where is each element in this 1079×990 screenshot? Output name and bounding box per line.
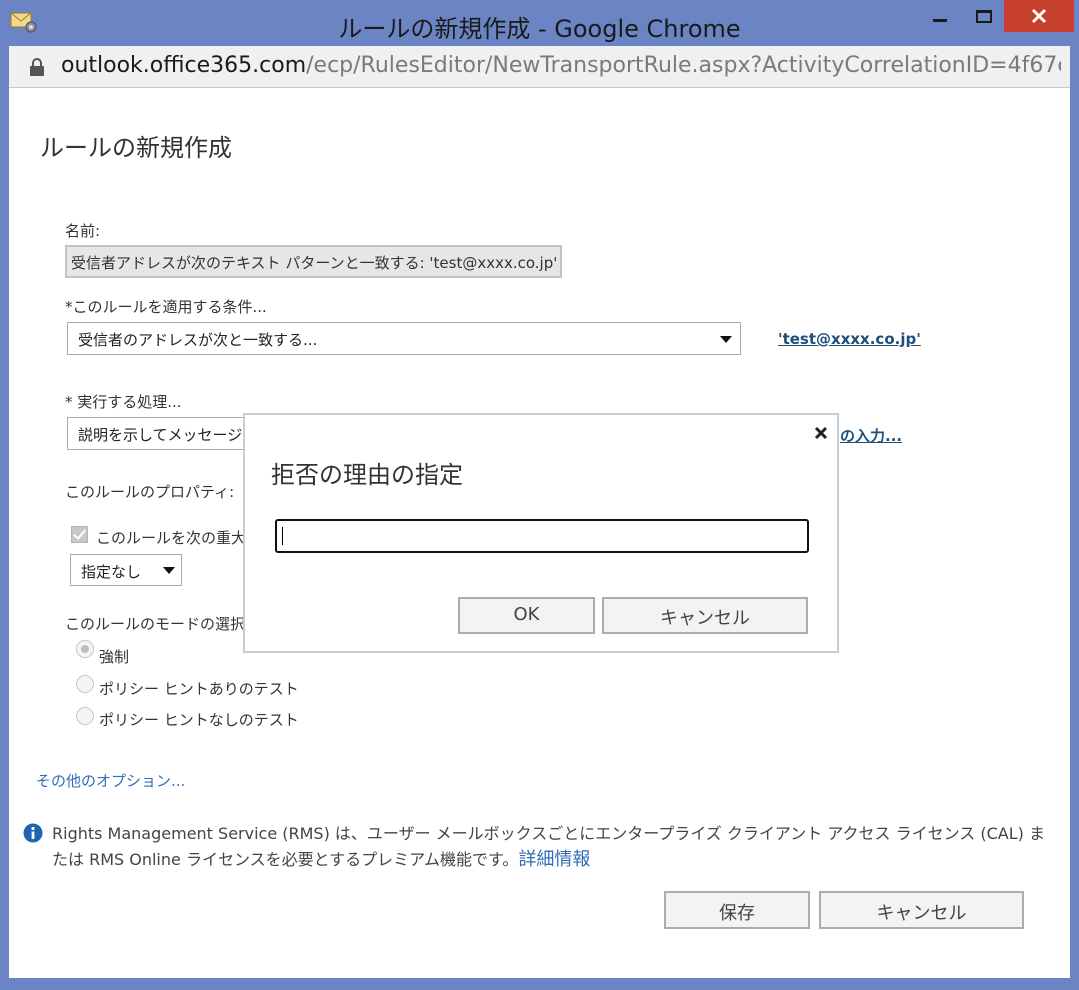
url-host: outlook.office365.com xyxy=(61,53,307,78)
severity-select-value: 指定なし xyxy=(81,563,142,581)
condition-label: *このルールを適用する条件... xyxy=(65,298,267,316)
severity-select[interactable]: 指定なし xyxy=(70,554,182,586)
close-window-button[interactable] xyxy=(1004,0,1074,32)
more-options-link[interactable]: その他のオプション... xyxy=(36,770,185,791)
lock-icon xyxy=(30,58,44,76)
action-value-link[interactable]: の入力... xyxy=(840,425,902,446)
mode-label-test-with-tips: ポリシー ヒントありのテスト xyxy=(99,680,299,698)
cancel-button[interactable]: キャンセル xyxy=(819,891,1024,929)
severity-checkbox[interactable] xyxy=(71,526,88,543)
chevron-down-icon xyxy=(720,336,732,343)
name-field[interactable]: 受信者アドレスが次のテキスト パターンと一致する: 'test@xxxx.co.… xyxy=(65,245,562,278)
maximize-button[interactable] xyxy=(964,0,1004,32)
rejection-reason-dialog: 拒否の理由の指定 OK キャンセル xyxy=(243,413,839,653)
close-icon[interactable] xyxy=(813,425,829,441)
info-icon xyxy=(23,823,43,843)
mode-radio-test-without-tips[interactable] xyxy=(76,707,94,725)
rms-notice: Rights Management Service (RMS) は、ユーザー メ… xyxy=(52,821,1052,873)
mode-label-enforce: 強制 xyxy=(99,648,130,666)
maximize-icon xyxy=(976,9,992,23)
address-bar[interactable]: outlook.office365.com/ecp/RulesEditor/Ne… xyxy=(9,46,1070,88)
dialog-title: 拒否の理由の指定 xyxy=(271,461,463,489)
action-select[interactable]: 説明を示してメッセージを xyxy=(67,417,267,450)
properties-label: このルールのプロパティ: xyxy=(65,483,235,501)
mode-label: このルールのモードの選択 xyxy=(65,615,246,633)
window-titlebar: ルールの新規作成 - Google Chrome xyxy=(0,0,1079,46)
page-title: ルールの新規作成 xyxy=(40,134,232,162)
action-label: * 実行する処理... xyxy=(65,393,182,411)
chevron-down-icon xyxy=(163,567,175,574)
dialog-ok-button[interactable]: OK xyxy=(458,597,595,634)
minimize-icon xyxy=(933,18,947,22)
action-select-value: 説明を示してメッセージを xyxy=(78,426,258,444)
condition-select[interactable]: 受信者のアドレスが次と一致する... xyxy=(67,322,741,355)
severity-checkbox-label: このルールを次の重大 xyxy=(96,529,247,547)
more-info-link[interactable]: 詳細情報 xyxy=(518,849,590,870)
mode-label-test-without-tips: ポリシー ヒントなしのテスト xyxy=(99,711,299,729)
name-label: 名前: xyxy=(65,222,101,240)
save-button[interactable]: 保存 xyxy=(664,891,810,929)
dialog-cancel-button[interactable]: キャンセル xyxy=(602,597,808,634)
rejection-reason-input[interactable] xyxy=(275,519,809,553)
close-icon xyxy=(1031,8,1047,24)
mode-radio-enforce[interactable] xyxy=(76,640,94,658)
minimize-button[interactable] xyxy=(916,0,964,32)
url-text[interactable]: outlook.office365.com/ecp/RulesEditor/Ne… xyxy=(61,53,1061,78)
condition-select-value: 受信者のアドレスが次と一致する... xyxy=(78,331,318,349)
mode-radio-test-with-tips[interactable] xyxy=(76,675,94,693)
text-cursor xyxy=(282,527,283,545)
url-path: /ecp/RulesEditor/NewTransportRule.aspx?A… xyxy=(306,53,1061,78)
condition-value-link[interactable]: 'test@xxxx.co.jp' xyxy=(778,330,921,348)
